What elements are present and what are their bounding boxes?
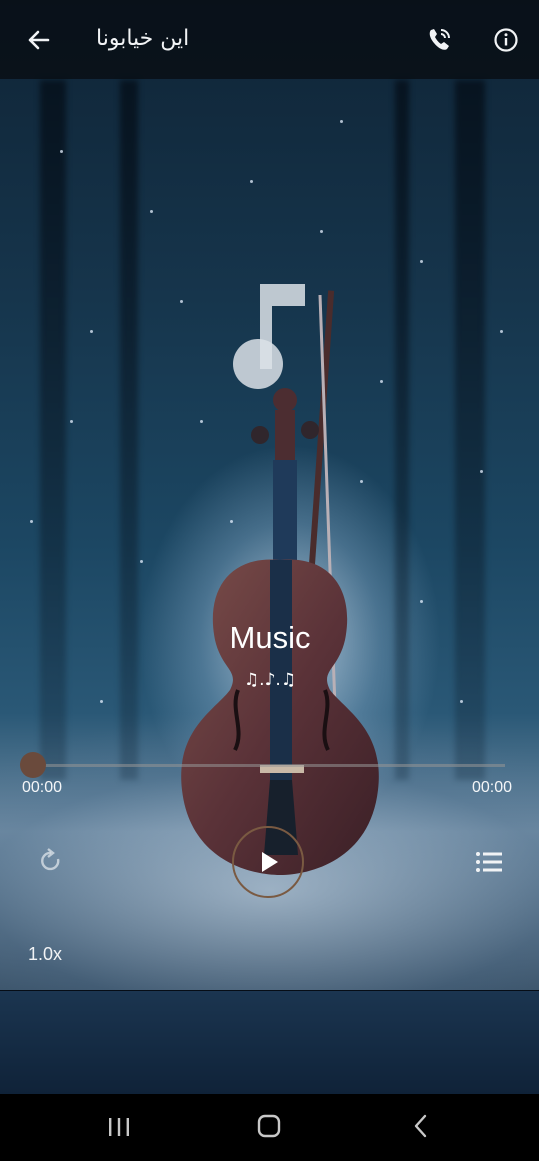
- phone-call-icon: [429, 29, 450, 50]
- lower-background: [0, 990, 539, 1095]
- arrow-left-icon: [28, 30, 50, 50]
- back-button[interactable]: [20, 22, 60, 58]
- info-button[interactable]: [489, 22, 523, 58]
- track-title: Music: [229, 620, 311, 655]
- chevron-left-icon: [414, 1114, 427, 1138]
- seek-bar[interactable]: [33, 764, 505, 767]
- background-tree: [455, 80, 485, 780]
- recents-icon: [109, 1118, 129, 1136]
- system-back-button[interactable]: [408, 1112, 434, 1140]
- play-icon: [262, 852, 278, 872]
- background-tree: [40, 80, 66, 780]
- repeat-icon: [41, 848, 60, 871]
- repeat-button[interactable]: [36, 846, 66, 876]
- total-duration: 00:00: [472, 779, 513, 796]
- conversation-title: این خیابونا: [96, 26, 190, 51]
- call-button[interactable]: [422, 22, 456, 58]
- play-button[interactable]: [232, 826, 304, 898]
- recents-button[interactable]: [104, 1116, 134, 1138]
- elapsed-time: 00:00: [22, 779, 63, 796]
- top-app-bar: این خیابونا: [0, 0, 539, 79]
- home-icon: [257, 1114, 281, 1138]
- background-tree: [395, 80, 409, 780]
- playlist-icon: [476, 852, 502, 872]
- home-button[interactable]: [255, 1112, 283, 1140]
- playback-speed-button[interactable]: 1.0x: [28, 944, 62, 965]
- system-navigation-bar: [0, 1094, 539, 1161]
- seek-thumb[interactable]: [20, 752, 46, 778]
- background-tree: [120, 80, 138, 780]
- info-circle-icon: [494, 28, 518, 52]
- track-artist: ♫.♪.♫: [243, 670, 297, 690]
- music-note-icon: [233, 284, 305, 389]
- playlist-button[interactable]: [474, 848, 504, 876]
